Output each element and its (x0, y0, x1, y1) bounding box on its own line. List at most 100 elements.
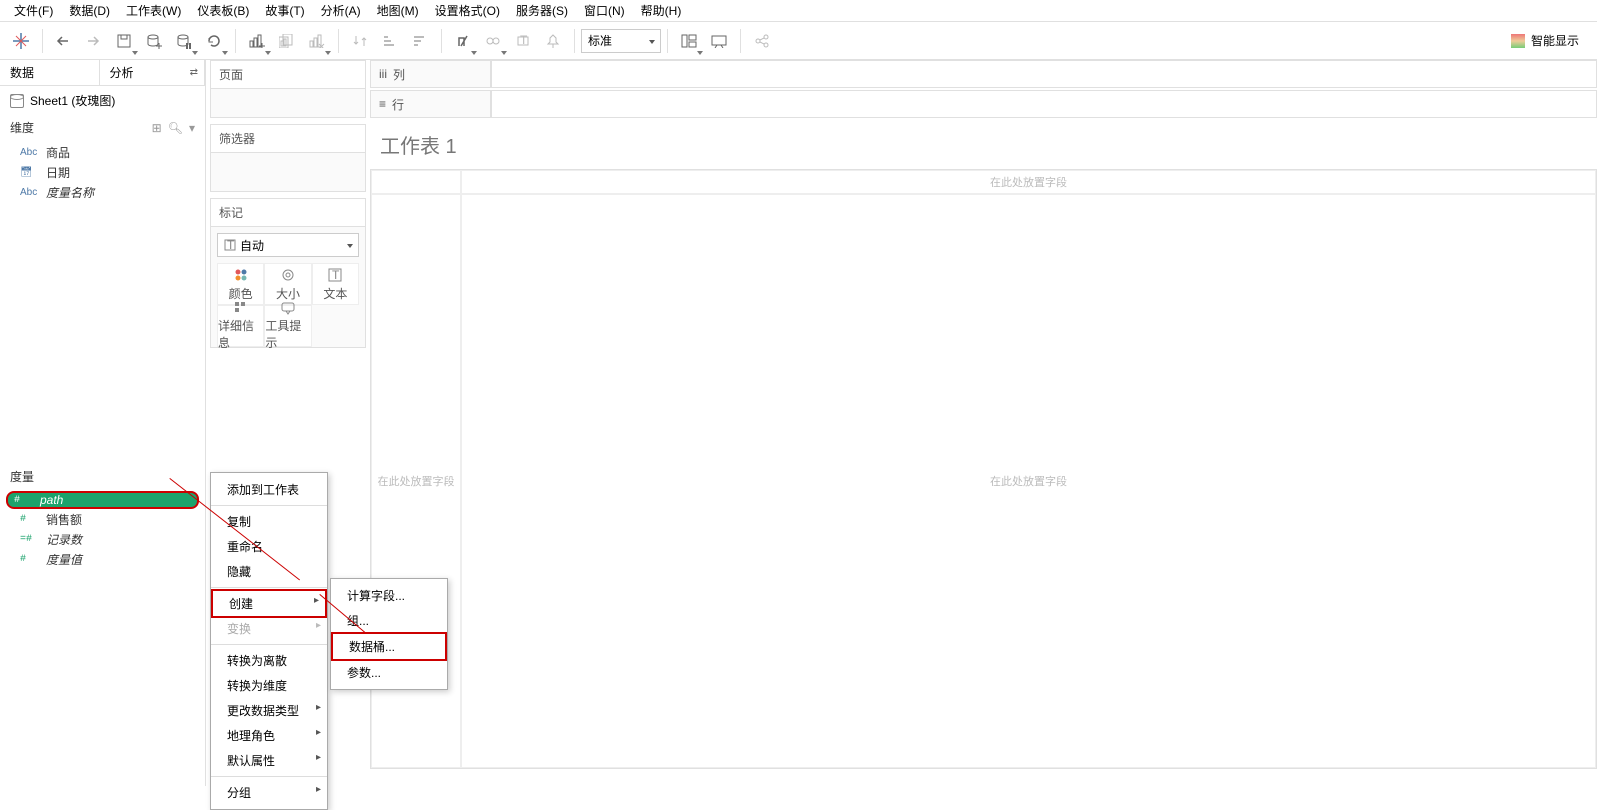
text-icon: T (327, 267, 343, 283)
rows-icon: ≡ (379, 97, 386, 111)
viz-drop-area[interactable]: 在此处放置字段 在此处放置字段 在此处放置字段 (370, 169, 1597, 769)
sub-calc-field[interactable]: 计算字段... (331, 583, 447, 608)
detail-card[interactable]: 详细信息 (217, 305, 264, 347)
svg-text:T: T (332, 268, 340, 282)
forward-icon[interactable] (79, 26, 109, 56)
ctx-group[interactable]: 分组 (211, 780, 327, 805)
datasource-item[interactable]: Sheet1 (玫瑰图) (0, 86, 205, 115)
marks-card: 标记 T 自动 颜色 大小 T文本 详细信息 工具提示 (210, 198, 366, 348)
ctx-copy[interactable]: 复制 (211, 509, 327, 534)
detail-icon (233, 301, 249, 315)
pause-updates-icon[interactable] (169, 26, 199, 56)
sub-bin[interactable]: 数据桶... (331, 632, 447, 661)
datasource-icon (10, 94, 24, 108)
show-me-button[interactable]: 智能显示 (1499, 26, 1591, 56)
menu-server[interactable]: 服务器(S) (510, 0, 574, 21)
menu-bar: 文件(F) 数据(D) 工作表(W) 仪表板(B) 故事(T) 分析(A) 地图… (0, 0, 1597, 22)
new-datasource-icon[interactable] (139, 26, 169, 56)
refresh-icon[interactable] (199, 26, 229, 56)
sort-asc-icon[interactable] (375, 26, 405, 56)
pages-shelf[interactable]: 页面 (210, 60, 366, 118)
share-icon[interactable] (747, 26, 777, 56)
show-hide-cards-icon[interactable] (674, 26, 704, 56)
text-mark-icon: T (224, 239, 236, 251)
dimensions-list: Abc商品 📅︎日期 Abc度量名称 (0, 140, 205, 204)
ctx-create[interactable]: 创建 (211, 589, 327, 618)
back-icon[interactable] (49, 26, 79, 56)
analysis-tab[interactable]: 分析⇄ (100, 60, 206, 85)
dimension-field[interactable]: 📅︎日期 (0, 162, 205, 182)
dimension-field[interactable]: Abc度量名称 (0, 182, 205, 202)
create-submenu: 计算字段... 组... 数据桶... 参数... (330, 578, 448, 690)
clear-sheet-icon[interactable] (302, 26, 332, 56)
tooltip-card[interactable]: 工具提示 (264, 305, 311, 347)
drop-hint-top: 在此处放置字段 (461, 170, 1596, 194)
measure-field[interactable]: =#记录数 (0, 529, 205, 549)
menu-file[interactable]: 文件(F) (8, 0, 59, 21)
calendar-icon: 📅︎ (20, 167, 40, 178)
menu-data[interactable]: 数据(D) (63, 0, 116, 21)
worksheet-canvas: iii列 ≡行 工作表 1 在此处放置字段 在此处放置字段 在此处放置字段 (370, 60, 1597, 786)
duplicate-sheet-icon[interactable] (272, 26, 302, 56)
sheet-title[interactable]: 工作表 1 (370, 120, 1597, 169)
color-card[interactable]: 颜色 (217, 263, 264, 305)
size-icon (280, 267, 296, 283)
ctx-hide[interactable]: 隐藏 (211, 559, 327, 584)
ctx-default-props[interactable]: 默认属性 (211, 748, 327, 773)
label-icon[interactable]: T (508, 26, 538, 56)
svg-text:T: T (520, 34, 528, 47)
ctx-to-discrete[interactable]: 转换为离散 (211, 648, 327, 673)
ctx-geo-role[interactable]: 地理角色 (211, 723, 327, 748)
label-card[interactable]: T文本 (312, 263, 359, 305)
sub-group[interactable]: 组... (331, 608, 447, 633)
pin-icon[interactable] (538, 26, 568, 56)
show-me-icon (1511, 34, 1525, 48)
swap-icon[interactable] (345, 26, 375, 56)
tooltip-icon (280, 301, 296, 315)
measures-list: #path #销售额 =#记录数 #度量值 (0, 489, 205, 571)
columns-icon: iii (379, 67, 387, 81)
new-sheet-icon[interactable] (242, 26, 272, 56)
columns-shelf[interactable]: iii列 (370, 60, 1597, 88)
mark-type-dropdown[interactable]: T 自动 (217, 233, 359, 257)
menu-help[interactable]: 帮助(H) (635, 0, 688, 21)
menu-format[interactable]: 设置格式(O) (429, 0, 506, 21)
measures-header: 度量 (0, 464, 205, 489)
menu-worksheet[interactable]: 工作表(W) (120, 0, 187, 21)
drop-hint-main: 在此处放置字段 (461, 194, 1596, 768)
svg-text:T: T (227, 239, 235, 251)
dimensions-header: 维度 ⊞🔍︎▾ (0, 115, 205, 140)
sort-desc-icon[interactable] (405, 26, 435, 56)
fit-dropdown[interactable]: 标准 (581, 29, 661, 53)
measure-field-path[interactable]: #path (6, 491, 199, 509)
menu-map[interactable]: 地图(M) (371, 0, 425, 21)
menu-window[interactable]: 窗口(N) (578, 0, 631, 21)
ctx-change-dtype[interactable]: 更改数据类型 (211, 698, 327, 723)
size-card[interactable]: 大小 (264, 263, 311, 305)
rows-shelf[interactable]: ≡行 (370, 90, 1597, 118)
ctx-transform: 变换 (211, 616, 327, 641)
presentation-icon[interactable] (704, 26, 734, 56)
sub-param[interactable]: 参数... (331, 660, 447, 685)
view-list-icon[interactable]: ⊞ (152, 121, 162, 135)
data-pane: 数据 分析⇄ Sheet1 (玫瑰图) 维度 ⊞🔍︎▾ Abc商品 📅︎日期 A… (0, 60, 206, 786)
ctx-to-dimension[interactable]: 转换为维度 (211, 673, 327, 698)
menu-icon[interactable]: ▾ (189, 121, 195, 135)
tableau-logo-icon[interactable] (6, 26, 36, 56)
menu-analysis[interactable]: 分析(A) (315, 0, 367, 21)
menu-story[interactable]: 故事(T) (259, 0, 310, 21)
swap-icon: ⇄ (190, 67, 198, 78)
data-tab[interactable]: 数据 (0, 60, 100, 85)
highlight-icon[interactable] (448, 26, 478, 56)
measure-field[interactable]: #度量值 (0, 549, 205, 569)
menu-dashboard[interactable]: 仪表板(B) (191, 0, 255, 21)
group-icon[interactable] (478, 26, 508, 56)
search-icon[interactable]: 🔍︎ (168, 121, 183, 135)
color-icon (233, 267, 249, 283)
toolbar: T 标准 智能显示 (0, 22, 1597, 60)
filters-shelf[interactable]: 筛选器 (210, 124, 366, 192)
dimension-field[interactable]: Abc商品 (0, 142, 205, 162)
ctx-add-to-sheet[interactable]: 添加到工作表 (211, 477, 327, 502)
measure-field[interactable]: #销售额 (0, 509, 205, 529)
save-icon[interactable] (109, 26, 139, 56)
